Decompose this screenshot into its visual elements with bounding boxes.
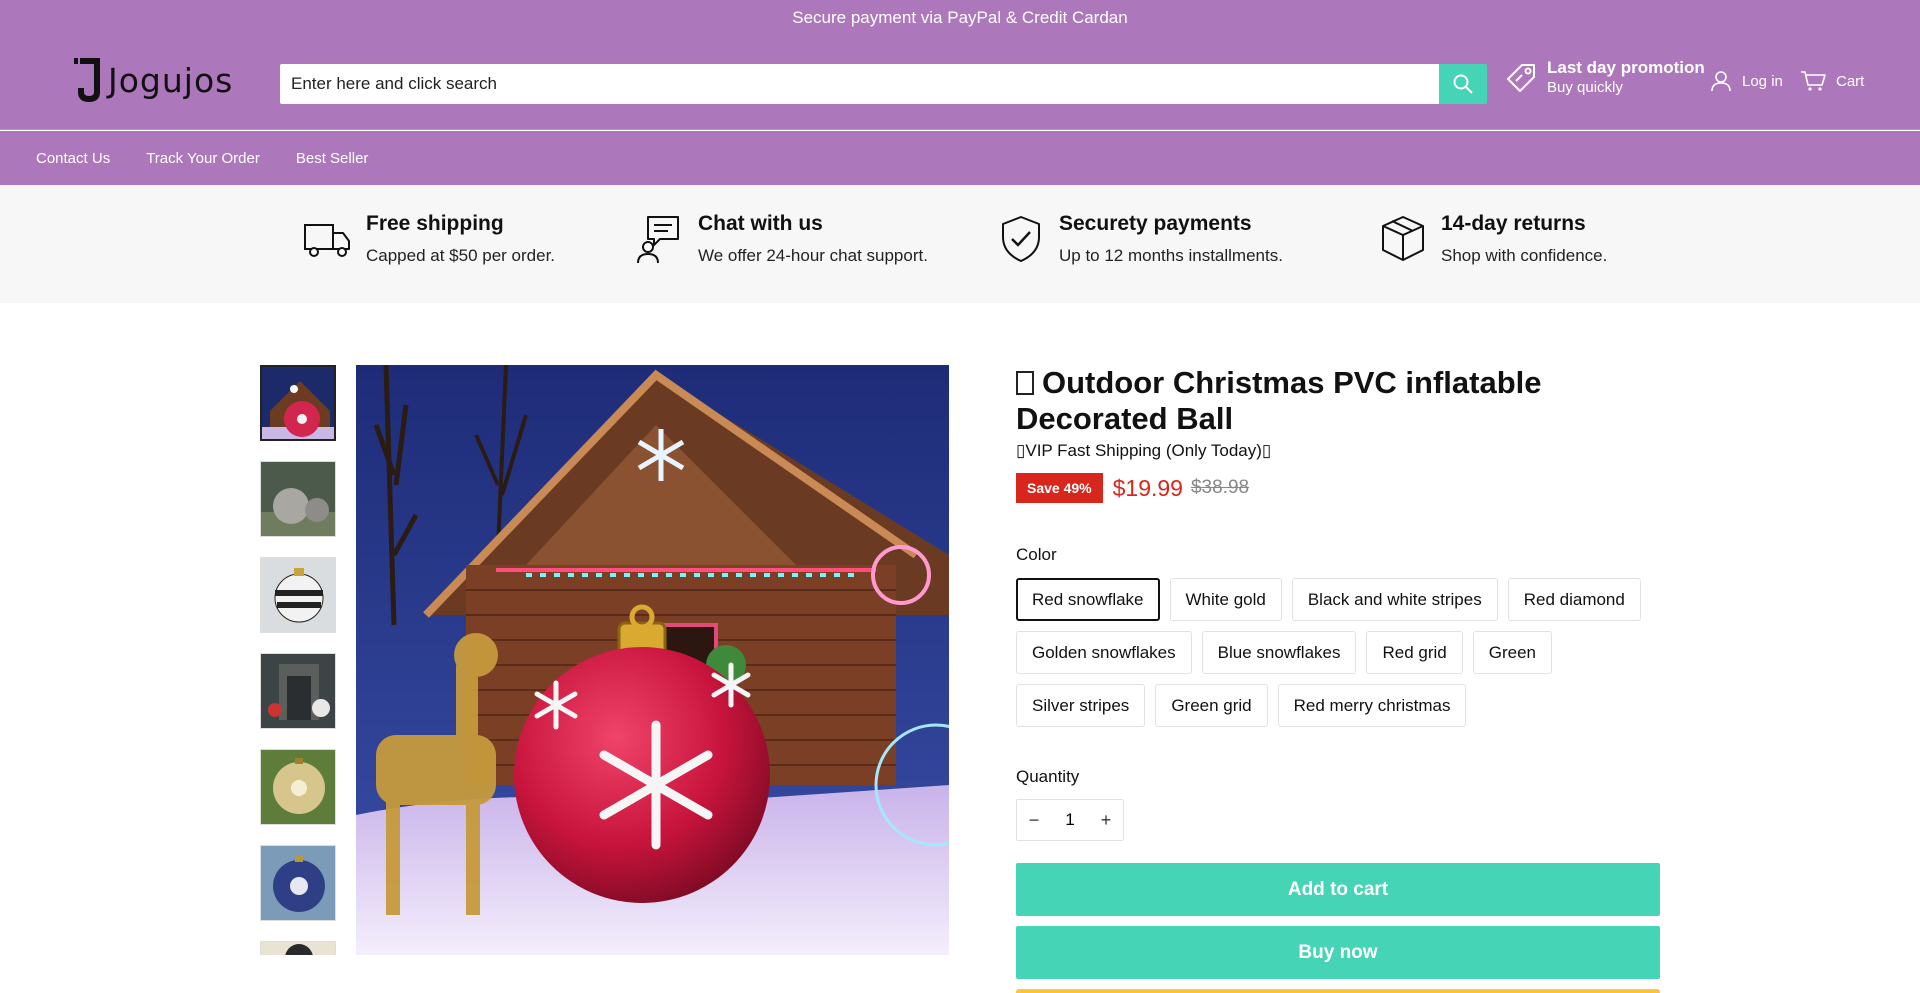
feature-title: Free shipping (366, 212, 504, 235)
user-icon (1711, 71, 1731, 92)
last-day-promotion-link[interactable]: Last day promotion Buy quickly (1505, 58, 1705, 98)
add-to-cart-button[interactable]: Add to cart (1016, 863, 1660, 916)
color-option-red-grid[interactable]: Red grid (1366, 631, 1463, 674)
main-product-image[interactable] (356, 365, 949, 955)
thumbnail-image (261, 558, 335, 632)
product-photo (356, 365, 949, 955)
feature-text: Capped at $50 per order. (366, 246, 556, 265)
feature-title: 14-day returns (1441, 212, 1586, 235)
color-option-red-merry-christmas[interactable]: Red merry christmas (1277, 684, 1467, 727)
search-input[interactable] (280, 64, 1439, 104)
box-icon (1382, 216, 1424, 261)
promotion-subtitle: Buy quickly (1547, 79, 1623, 96)
nav-item-best-seller[interactable]: Best Seller (296, 150, 369, 167)
cart-label: Cart (1836, 72, 1865, 90)
shield-check-icon (1002, 216, 1040, 262)
product-title: Outdoor Christmas PVC inflatable Decorat… (1016, 365, 1660, 437)
truck-icon (304, 224, 350, 257)
quantity-stepper: − + (1016, 799, 1124, 841)
feature-returns: 14-day returns Shop with confidence. (1377, 212, 1608, 266)
color-option-white-gold[interactable]: White gold (1169, 578, 1282, 621)
thumbnail-5[interactable] (260, 749, 336, 825)
feature-title: Chat with us (698, 212, 823, 235)
thumbnail-2[interactable] (260, 461, 336, 537)
thumbnail-6[interactable] (260, 845, 336, 921)
feature-chat: Chat with us We offer 24-hour chat suppo… (634, 212, 928, 266)
color-option-green-grid[interactable]: Green grid (1155, 684, 1268, 727)
buy-now-button[interactable]: Buy now (1016, 926, 1660, 979)
quantity-input[interactable] (1051, 810, 1089, 830)
promotion-title: Last day promotion (1547, 58, 1705, 77)
logo-mark-icon (74, 58, 100, 102)
save-badge: Save 49% (1016, 473, 1103, 503)
color-option-silver-stripes[interactable]: Silver stripes (1016, 684, 1146, 727)
thumbnail-image (261, 654, 335, 728)
nav-item-track-your-order[interactable]: Track Your Order (146, 150, 260, 167)
vip-shipping-line: ▯VIP Fast Shipping (Only Today)▯ (1016, 441, 1272, 460)
product-title-text: Outdoor Christmas PVC inflatable Decorat… (1016, 365, 1542, 436)
sale-price: $19.99 (1112, 474, 1183, 501)
feature-text: Up to 12 months installments. (1059, 246, 1283, 265)
feature-secure-payments: Securety payments Up to 12 months instal… (995, 212, 1283, 266)
quantity-label: Quantity (1016, 767, 1080, 786)
color-option-blue-snowflakes[interactable]: Blue snowflakes (1201, 631, 1357, 674)
features-strip: Free shipping Capped at $50 per order. C… (0, 185, 1920, 303)
thumbnail-image (262, 367, 334, 439)
search-button[interactable] (1439, 64, 1487, 104)
search-bar (280, 64, 1487, 104)
thumbnail-7[interactable] (260, 941, 336, 955)
paypal-button[interactable] (1016, 989, 1660, 993)
thumbnail-image (261, 942, 335, 955)
color-option-red-diamond[interactable]: Red diamond (1507, 578, 1641, 621)
search-icon (1453, 74, 1473, 94)
login-label: Log in (1742, 72, 1783, 90)
quantity-increase-button[interactable]: + (1089, 800, 1123, 840)
quantity-decrease-button[interactable]: − (1017, 800, 1051, 840)
feature-text: We offer 24-hour chat support. (698, 246, 928, 265)
tag-icon (1507, 64, 1535, 92)
thumbnail-1[interactable] (260, 365, 336, 441)
feature-free-shipping: Free shipping Capped at $50 per order. (302, 212, 556, 266)
site-header: Jogujos Last day promotion Buy quickly L… (0, 36, 1920, 130)
price-row: Save 49% $19.99 $38.98 (1016, 473, 1660, 503)
color-label: Color (1016, 545, 1057, 564)
color-option-golden-snowflakes[interactable]: Golden snowflakes (1016, 631, 1192, 674)
promo-bar: Secure payment via PayPal & Credit Carda… (0, 0, 1920, 36)
feature-title: Securety payments (1059, 212, 1252, 235)
nav-item-contact-us[interactable]: Contact Us (36, 150, 110, 167)
thumbnail-3[interactable] (260, 557, 336, 633)
login-link[interactable]: Log in (1710, 70, 1783, 92)
color-option-red-snowflake[interactable]: Red snowflake (1016, 578, 1160, 621)
color-option-black-and-white-stripes[interactable]: Black and white stripes (1291, 578, 1498, 621)
thumbnail-image (261, 846, 335, 920)
main-nav: Contact Us Track Your Order Best Seller (0, 131, 1920, 185)
compare-price: $38.98 (1190, 477, 1250, 498)
logo[interactable]: Jogujos (72, 54, 233, 106)
thumbnail-4[interactable] (260, 653, 336, 729)
promo-bar-text: Secure payment via PayPal & Credit Carda… (792, 8, 1128, 27)
product-info: Outdoor Christmas PVC inflatable Decorat… (1016, 365, 1660, 993)
missing-glyph-icon (1016, 371, 1034, 395)
logo-text: Jogujos (108, 60, 234, 100)
feature-text: Shop with confidence. (1441, 246, 1608, 265)
chat-icon (637, 216, 679, 264)
color-option-green[interactable]: Green (1472, 631, 1552, 674)
thumbnail-image (261, 462, 335, 536)
cart-link[interactable]: Cart (1800, 70, 1864, 92)
thumbnail-list (260, 365, 336, 955)
color-options: Red snowflake White gold Black and white… (1016, 578, 1656, 737)
cart-icon (1801, 71, 1826, 91)
thumbnail-image (261, 750, 335, 824)
